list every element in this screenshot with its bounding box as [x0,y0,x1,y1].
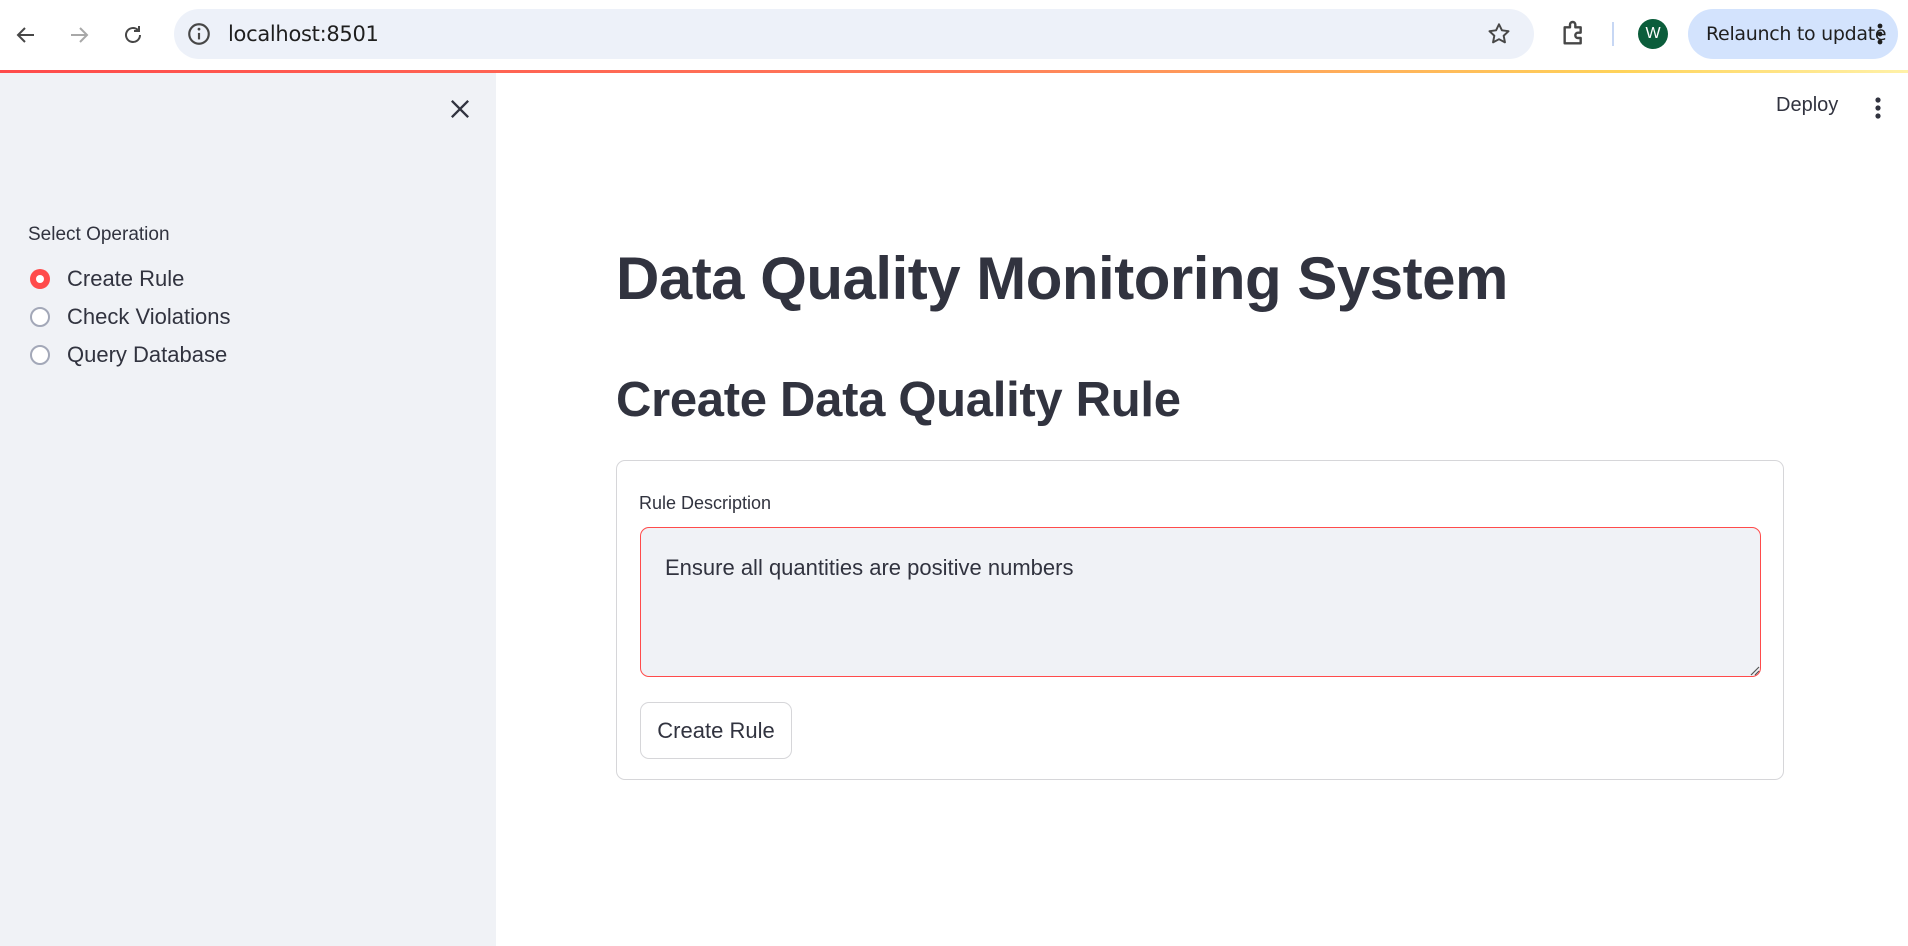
radio-option-query-database[interactable]: Query Database [30,340,227,370]
sidebar: Select Operation Create Rule Check Viola… [0,73,496,946]
rule-description-label: Rule Description [639,493,772,513]
radio-option-label: Query Database [67,342,228,367]
radio-unselected-icon [30,345,50,365]
more-vert-icon [1877,23,1883,45]
back-button[interactable] [8,17,44,53]
operation-radio-label: Select Operation [28,224,170,245]
star-icon[interactable] [1486,21,1512,47]
browser-toolbar: localhost:8501 W Relaunch to update [0,0,1908,70]
forward-icon [71,27,89,43]
radio-option-label: Check Violations [67,304,231,329]
radio-option-check-violations[interactable]: Check Violations [30,302,230,332]
create-rule-button[interactable]: Create Rule [640,702,792,759]
deploy-button[interactable]: Deploy [1776,94,1838,117]
relaunch-button[interactable]: Relaunch to update [1688,9,1898,59]
info-icon[interactable] [186,21,212,47]
page-title: Data Quality Monitoring System [616,245,1508,312]
close-sidebar-icon[interactable] [446,95,474,123]
rule-form: Rule Description Ensure all quantities a… [616,460,1784,780]
resize-handle-icon[interactable] [1748,664,1760,676]
radio-selected-icon [30,269,50,289]
rule-description-input[interactable]: Ensure all quantities are positive numbe… [640,527,1761,677]
reload-icon [125,26,141,43]
relaunch-label: Relaunch to update [1706,23,1887,45]
radio-option-label: Create Rule [67,266,185,291]
url-text[interactable]: localhost:8501 [228,9,379,59]
main-menu-icon[interactable] [1874,96,1882,120]
toolbar-separator [1612,22,1614,46]
address-bar[interactable]: localhost:8501 [174,9,1534,59]
reload-button[interactable] [115,17,151,53]
forward-button[interactable] [61,17,97,53]
extensions-icon[interactable] [1558,18,1590,50]
back-icon [16,27,34,43]
section-subheader: Create Data Quality Rule [616,373,1181,427]
profile-avatar[interactable]: W [1638,19,1668,49]
radio-unselected-icon [30,307,50,327]
radio-option-create-rule[interactable]: Create Rule [30,264,184,294]
